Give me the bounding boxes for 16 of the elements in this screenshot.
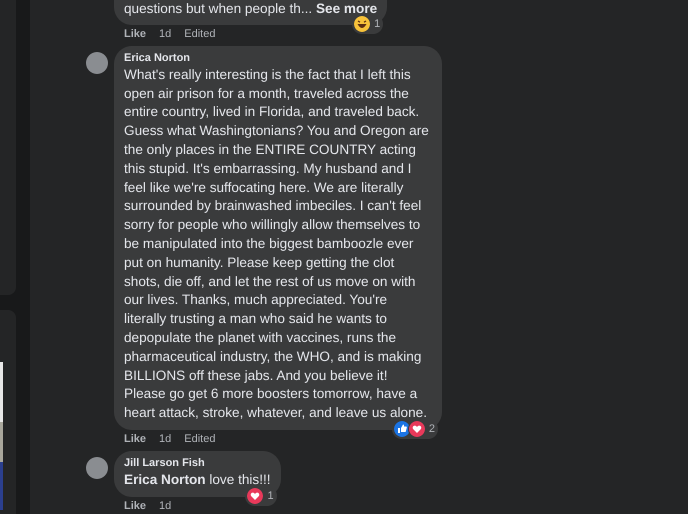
like-link[interactable]: Like [124,432,146,446]
avatar-icon[interactable] [86,456,108,479]
timestamp[interactable]: 1d [159,500,172,513]
like-link[interactable]: Like [124,28,146,41]
see-more-link[interactable]: See more [316,1,378,16]
edited-label: Edited [184,432,216,446]
reaction-badge[interactable]: 1 [352,14,384,34]
edited-label: Edited [184,28,216,41]
reaction-badge[interactable]: 1 [245,486,277,506]
timestamp[interactable]: 1d [159,28,172,41]
reaction-badge[interactable]: 2 [392,418,438,439]
author-name[interactable]: Erica Norton [124,52,190,64]
timestamp[interactable]: 1d [159,432,172,446]
author-name[interactable]: Jill Larson Fish [124,456,205,469]
avatar-icon[interactable] [86,52,108,74]
like-link[interactable]: Like [124,500,146,513]
